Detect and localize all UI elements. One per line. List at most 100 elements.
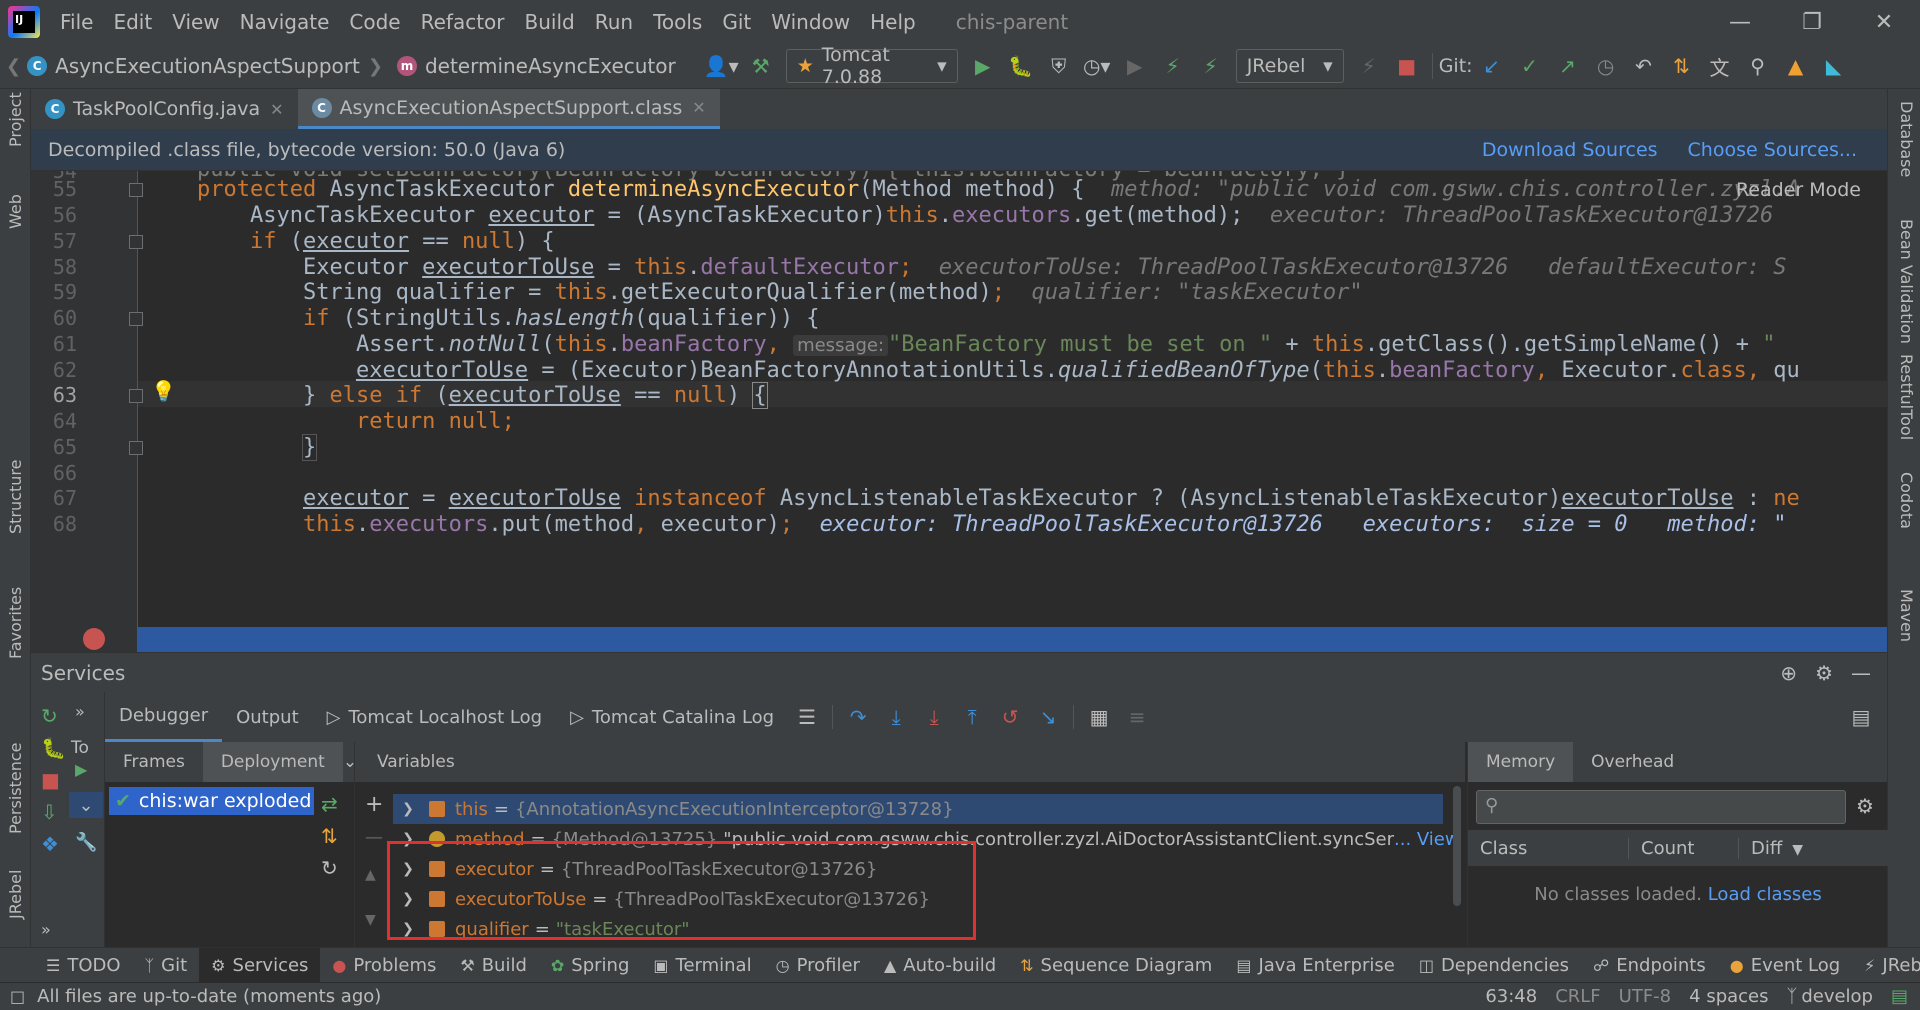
status-message[interactable]: All files are up-to-date (moments ago)	[37, 986, 381, 1007]
tool-tab-jrebel[interactable]: ⚡ JRebel	[1852, 948, 1920, 983]
tool-tab-project[interactable]: Project	[6, 92, 25, 147]
menu-file[interactable]: File	[50, 10, 103, 34]
menu-run[interactable]: Run	[585, 10, 643, 34]
tool-tab-web[interactable]: Web	[6, 194, 25, 229]
menu-git[interactable]: Git	[712, 10, 761, 34]
tool-tab-spring[interactable]: ✿ Spring	[539, 948, 642, 983]
menu-tools[interactable]: Tools	[643, 10, 712, 34]
redeploy-icon[interactable]: ⇄	[321, 792, 338, 816]
run-icon[interactable]: ▶	[967, 50, 999, 82]
tab-debugger[interactable]: Debugger	[105, 692, 223, 742]
selected-frame[interactable]: ✔ chis:war exploded	[109, 787, 314, 815]
lightbulb-icon[interactable]: 💡	[151, 379, 176, 403]
tool-tab-java-enterprise[interactable]: ▤ Java Enterprise	[1224, 948, 1406, 983]
rerun-icon[interactable]: ↻	[41, 704, 58, 728]
tool-tab-structure[interactable]: Structure	[6, 460, 25, 534]
force-step-into-icon[interactable]: ⤓	[918, 701, 950, 733]
col-count[interactable]: Count	[1628, 837, 1738, 859]
rollback-icon[interactable]: ↶	[1628, 50, 1660, 82]
step-into-icon[interactable]: ⤓	[880, 701, 912, 733]
reader-mode-toggle[interactable]: Reader Mode	[1736, 179, 1861, 201]
jrebel-select[interactable]: JRebel ▾	[1235, 49, 1344, 83]
tool-tab-jrebel[interactable]: JRebel	[6, 870, 25, 919]
expand-icon[interactable]: »	[75, 702, 85, 721]
evaluate-icon[interactable]: ▦	[1083, 701, 1115, 733]
stop-icon[interactable]: ■	[1391, 50, 1423, 82]
user-icon[interactable]: 👤▾	[704, 50, 739, 82]
file-encoding[interactable]: UTF-8	[1619, 986, 1671, 1007]
tool-tab-codota[interactable]: Codota	[1897, 472, 1916, 529]
tool-tab-services[interactable]: ⚙ Services	[199, 947, 321, 983]
gear-icon[interactable]: ⚙	[1815, 661, 1833, 685]
breadcrumb-method[interactable]: m determineAsyncExecutor	[396, 54, 676, 78]
tab-asyncexecutionaspectsupport[interactable]: C AsyncExecutionAspectSupport.class ✕	[297, 89, 720, 129]
update-app-icon[interactable]: ⇅	[321, 824, 338, 848]
search-icon[interactable]: ⚲	[1742, 50, 1774, 82]
menu-navigate[interactable]: Navigate	[230, 10, 340, 34]
profile-icon[interactable]: ◷▾	[1081, 50, 1113, 82]
debug-icon[interactable]: 🐛	[41, 736, 66, 760]
layout-icon[interactable]: ▤	[1845, 701, 1877, 733]
stop-icon[interactable]: ■	[41, 768, 60, 792]
vcs-operations-icon[interactable]: ⇅	[1666, 50, 1698, 82]
wrench-icon[interactable]: 🔧	[75, 832, 97, 853]
tab-overhead[interactable]: Overhead	[1573, 742, 1692, 782]
tab-taskpoolconfig[interactable]: C TaskPoolConfig.java ✕	[31, 89, 298, 129]
git-commit-icon[interactable]: ✓	[1514, 50, 1546, 82]
tool-tab-terminal[interactable]: ▣ Terminal	[641, 948, 763, 983]
services-node-label[interactable]: To	[71, 738, 89, 758]
tool-tab-auto-build[interactable]: ▲ Auto-build	[872, 948, 1008, 983]
node-collapse-icon[interactable]: ⌄	[69, 792, 103, 818]
tool-tab-problems[interactable]: ● Problems	[320, 948, 448, 983]
fold-marker-icon[interactable]	[129, 312, 143, 326]
tool-tab-todo[interactable]: ☰ TODO	[34, 948, 133, 983]
trace-icon[interactable]: ≡	[1121, 701, 1153, 733]
tool-tab-restfultool[interactable]: RestfulTool	[1897, 354, 1916, 440]
restore-icon[interactable]: ❐	[1776, 0, 1848, 44]
target-icon[interactable]: ⊕	[1780, 661, 1797, 685]
close-icon[interactable]: ✕	[1848, 0, 1920, 44]
group-icon[interactable]: ❖	[41, 832, 59, 856]
fold-marker-icon[interactable]	[129, 389, 143, 403]
tool-tab-profiler[interactable]: ◷ Profiler	[764, 948, 872, 983]
menu-refactor[interactable]: Refactor	[411, 10, 515, 34]
code-editor[interactable]: 54 55 56 57 58 59 60 61 62 63 64 65 66 6…	[31, 171, 1887, 652]
notifications-icon[interactable]: ▤	[1891, 986, 1908, 1007]
tool-tab-bean-validation[interactable]: Bean Validation	[1897, 219, 1916, 344]
tool-tab-sequence-diagram[interactable]: ⇅ Sequence Diagram	[1008, 948, 1224, 983]
build-hammer-icon[interactable]: ⚒	[745, 50, 777, 82]
git-update-icon[interactable]: ↙	[1476, 50, 1508, 82]
update-icon[interactable]: ▲	[1780, 50, 1812, 82]
breakpoint-icon[interactable]	[83, 628, 105, 650]
tab-tomcat-localhost-log[interactable]: ▷ Tomcat Localhost Log	[313, 692, 556, 742]
choose-sources-link[interactable]: Choose Sources...	[1688, 139, 1857, 161]
resume-icon[interactable]: ▶	[1119, 50, 1151, 82]
fold-marker-icon[interactable]	[129, 441, 143, 455]
load-classes-link[interactable]: Load classes	[1708, 884, 1822, 905]
memory-search-input[interactable]: ⚲	[1476, 790, 1846, 824]
col-diff[interactable]: Diff ▼	[1738, 837, 1858, 859]
line-separator[interactable]: CRLF	[1555, 986, 1600, 1007]
git-branch[interactable]: ᛉ develop	[1787, 986, 1873, 1007]
run-config-select[interactable]: ★ Tomcat 7.0.88 ▾	[785, 44, 958, 88]
jrebel-debug-icon[interactable]: ⚡	[1195, 50, 1227, 82]
menu-build[interactable]: Build	[515, 10, 585, 34]
download-sources-link[interactable]: Download Sources	[1482, 139, 1658, 161]
move-up-icon[interactable]: ▲	[365, 867, 376, 883]
move-down-icon[interactable]: ▼	[365, 912, 376, 928]
tool-tab-build[interactable]: ⚒ Build	[448, 948, 539, 983]
refresh-icon[interactable]: ↻	[321, 856, 338, 880]
variable-row[interactable]: ❯ this = {AnnotationAsyncExecutionIntercep…	[393, 794, 1443, 824]
close-tab-icon[interactable]: ✕	[270, 100, 283, 119]
tool-tab-endpoints[interactable]: ☍ Endpoints	[1581, 948, 1718, 983]
caret-position[interactable]: 63:48	[1485, 986, 1537, 1007]
tool-tab-maven[interactable]: Maven	[1897, 589, 1916, 642]
fold-marker-icon[interactable]	[129, 235, 143, 249]
menu-view[interactable]: View	[162, 10, 229, 34]
indent-setting[interactable]: 4 spaces	[1689, 986, 1768, 1007]
minimize-icon[interactable]: —	[1704, 0, 1776, 44]
variables-scrollbar[interactable]	[1453, 786, 1461, 906]
plugin-icon[interactable]: ◣	[1818, 50, 1850, 82]
tool-tab-dependencies[interactable]: ◫ Dependencies	[1407, 948, 1581, 983]
history-icon[interactable]: ◷	[1590, 50, 1622, 82]
